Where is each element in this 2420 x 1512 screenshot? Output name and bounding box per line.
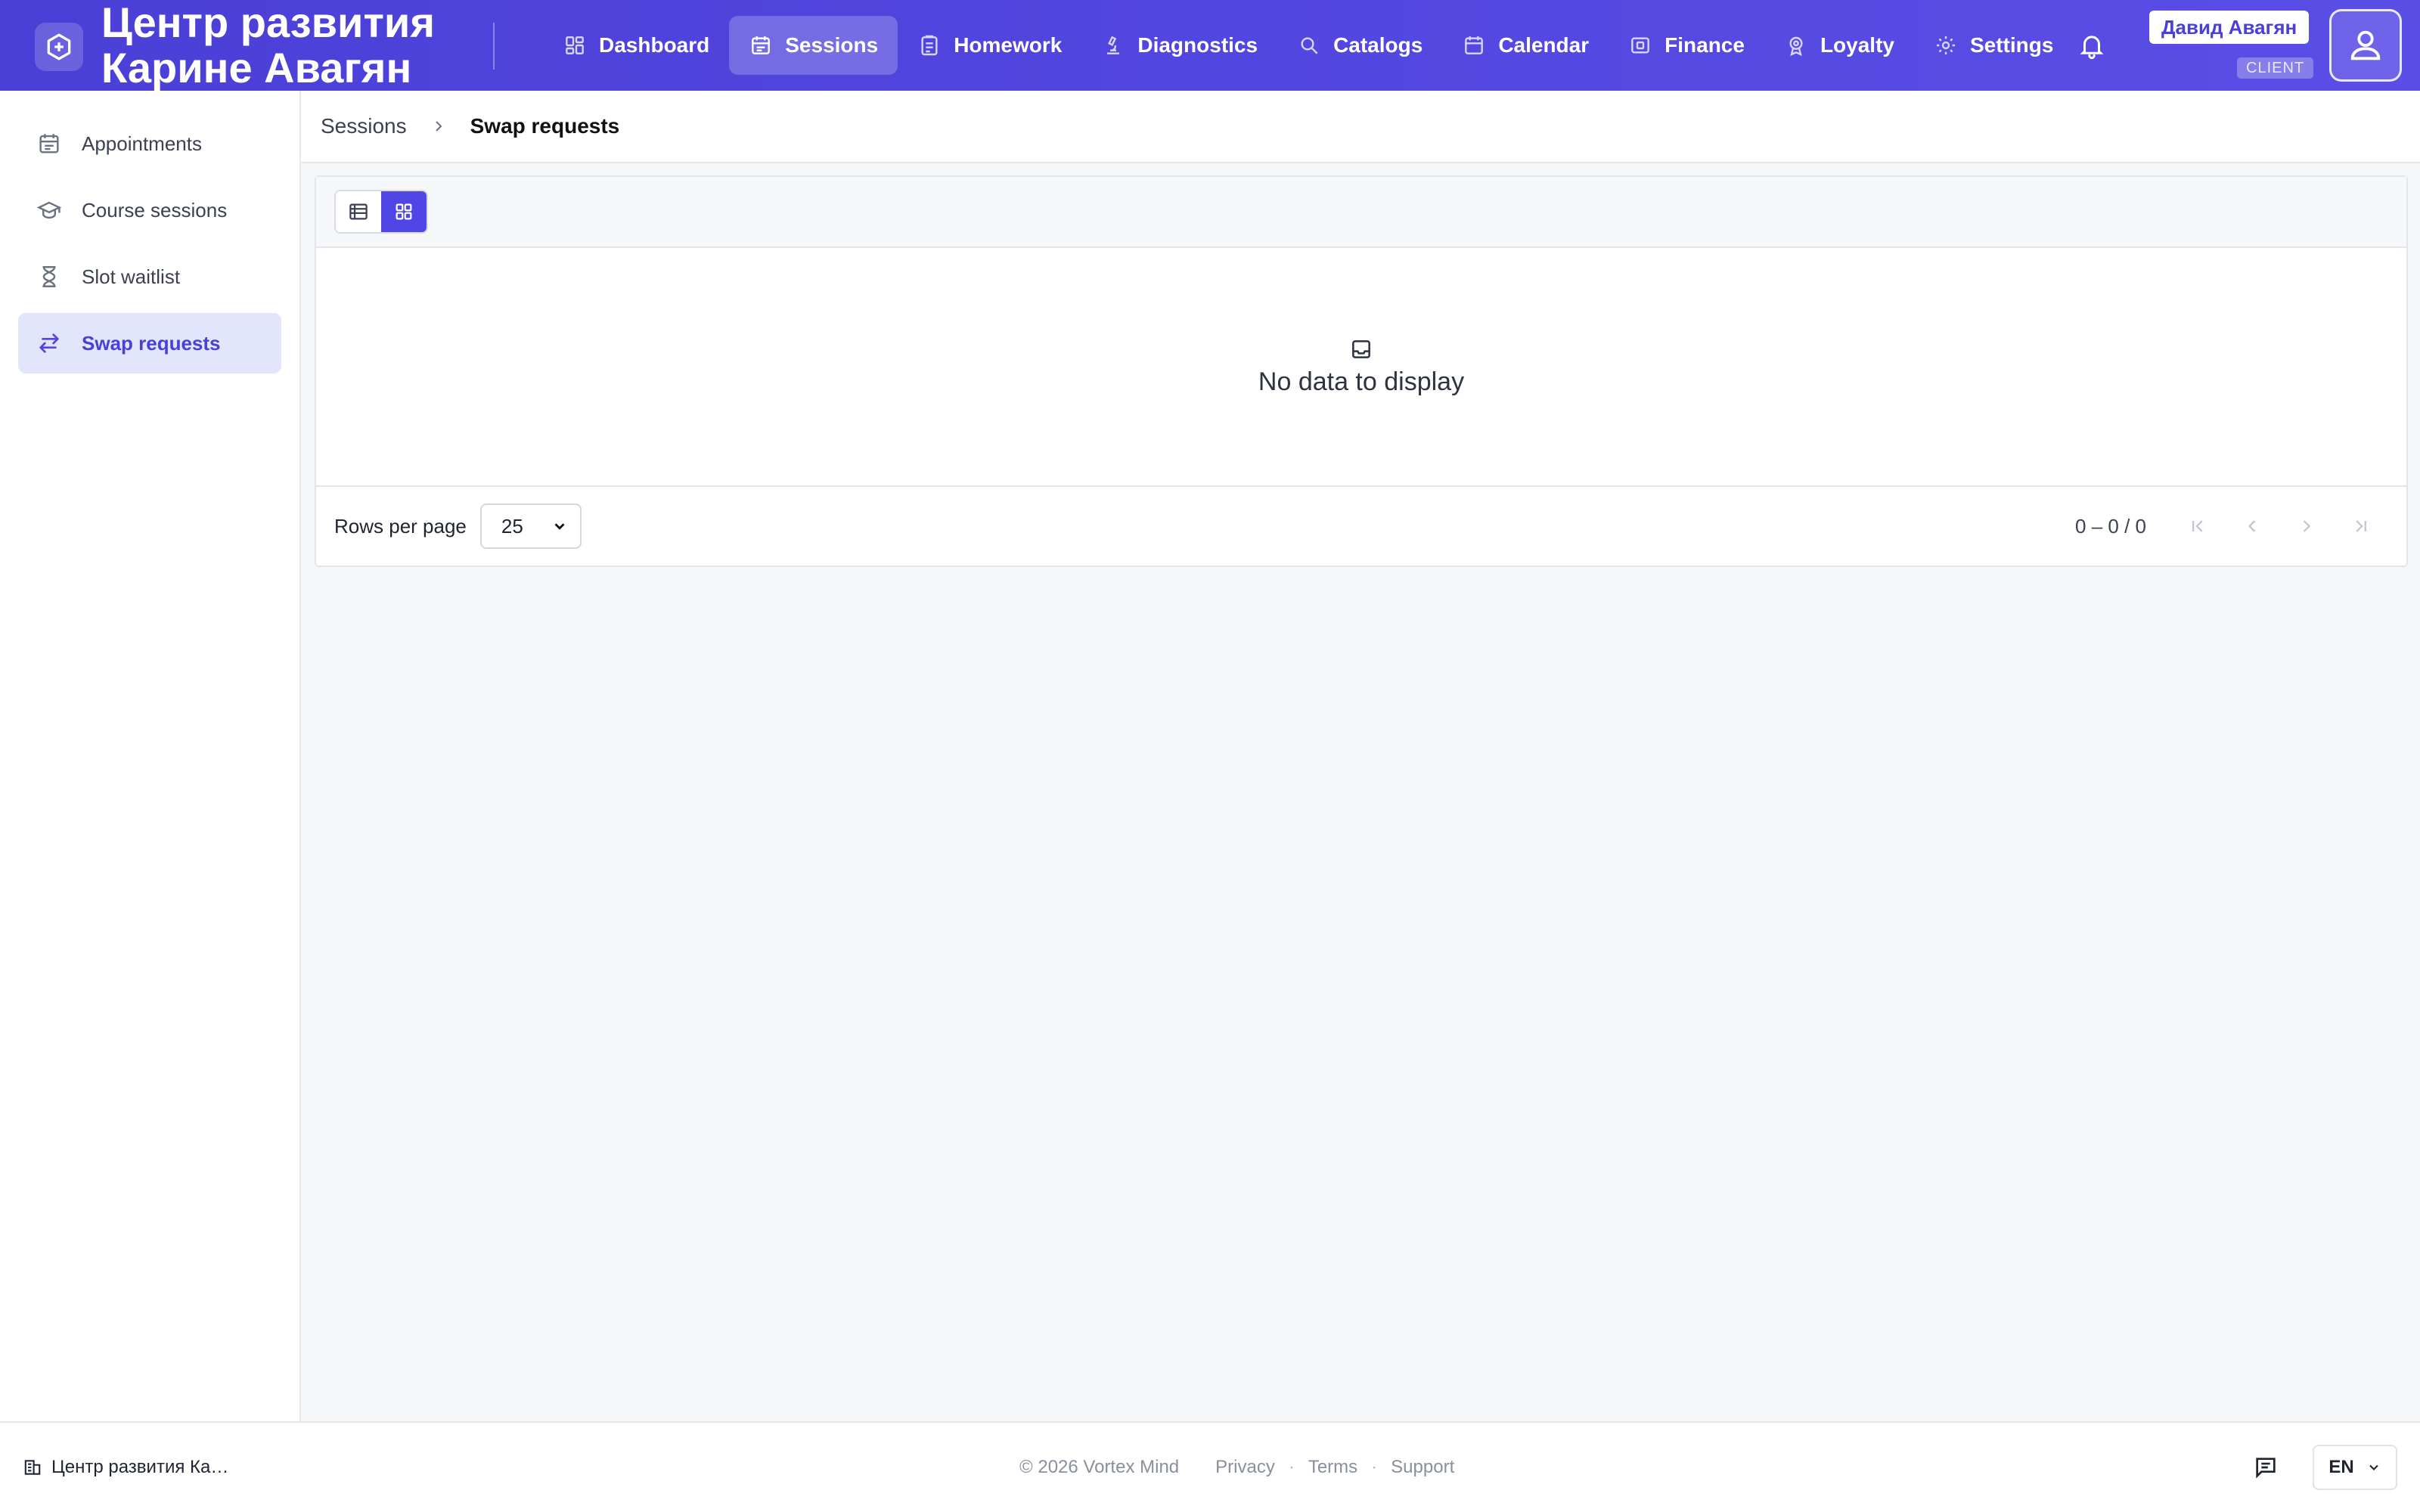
chevron-down-icon <box>554 523 565 530</box>
brand-title[interactable]: Центр развития Карине Авагян <box>101 0 479 91</box>
user-icon <box>2350 30 2381 60</box>
rows-per-page-label: Rows per page <box>334 514 467 538</box>
breadcrumb-current: Swap requests <box>470 114 620 138</box>
nav-calendar[interactable]: Calendar <box>1442 16 1609 75</box>
user-name-chip[interactable]: Давид Авагян <box>2149 11 2310 44</box>
clipboard-icon <box>921 35 938 56</box>
rows-per-page-select[interactable]: 25 <box>479 503 582 549</box>
previous-page-button[interactable] <box>2225 503 2279 549</box>
hourglass-icon <box>42 266 56 287</box>
view-mode-toggle <box>334 190 428 234</box>
language-value: EN <box>2328 1457 2354 1477</box>
nav-homework[interactable]: Homework <box>898 16 1081 75</box>
pagination-range: 0 – 0 / 0 <box>2075 514 2146 538</box>
main-nav: Dashboard Sessions Homework Diagnostics … <box>543 15 2073 76</box>
footer-copyright: © 2026 Vortex Mind <box>1019 1457 1180 1477</box>
sidebar-item-slot-waitlist[interactable]: Slot waitlist <box>18 246 281 307</box>
nav-settings[interactable]: Settings <box>1914 16 2073 75</box>
nav-diagnostics-label: Diagnostics <box>1137 33 1258 57</box>
gear-icon <box>1936 36 1955 54</box>
header-divider <box>493 23 495 70</box>
nav-dashboard[interactable]: Dashboard <box>543 16 729 75</box>
nav-catalogs[interactable]: Catalogs <box>1277 16 1442 75</box>
chevron-down-icon <box>2369 1464 2378 1470</box>
table-view-button[interactable] <box>336 191 381 232</box>
nav-settings-label: Settings <box>1969 33 2054 57</box>
last-page-button[interactable] <box>2334 503 2388 549</box>
pagination-bar: Rows per page 25 0 – 0 / 0 <box>316 487 2406 565</box>
footer: Центр развития Ка… © 2026 Vortex Mind Pr… <box>0 1421 2420 1512</box>
avatar[interactable] <box>2329 9 2402 82</box>
chat-icon <box>2256 1458 2276 1479</box>
last-page-icon <box>2356 520 2366 532</box>
nav-calendar-label: Calendar <box>1498 33 1590 57</box>
notifications-bell-icon[interactable] <box>2072 26 2111 65</box>
nav-homework-label: Homework <box>954 33 1063 57</box>
calendar-icon <box>752 36 771 54</box>
footer-link-privacy[interactable]: Privacy <box>1215 1457 1275 1478</box>
nav-loyalty[interactable]: Loyalty <box>1764 16 1914 75</box>
empty-state: No data to display <box>316 248 2406 487</box>
nav-finance-label: Finance <box>1665 33 1745 57</box>
sidebar-item-appointments[interactable]: Appointments <box>18 113 281 174</box>
role-badge: CLIENT <box>2237 57 2314 79</box>
grid-view-button[interactable] <box>381 191 427 232</box>
inbox-icon <box>1352 339 1370 358</box>
chevron-right-icon <box>435 121 442 132</box>
wallet-icon <box>1631 37 1650 54</box>
chevron-right-icon <box>2303 520 2311 532</box>
sidebar-item-course-sessions[interactable]: Course sessions <box>18 180 281 240</box>
sidebar-item-swap-requests[interactable]: Swap requests <box>18 313 281 373</box>
swap-arrows-icon <box>39 333 59 353</box>
award-icon <box>1789 36 1803 57</box>
nav-sessions[interactable]: Sessions <box>729 16 898 75</box>
chat-button[interactable] <box>2246 1448 2285 1487</box>
graduation-cap-icon <box>36 201 62 219</box>
calendar-icon <box>1465 36 1484 54</box>
footer-separator: · <box>1371 1457 1378 1477</box>
top-navbar: Центр развития Карине Авагян Dashboard S… <box>0 0 2420 91</box>
dashboard-icon <box>566 36 584 54</box>
nav-dashboard-label: Dashboard <box>599 33 710 57</box>
footer-link-terms[interactable]: Terms <box>1308 1457 1357 1478</box>
microscope-icon <box>1107 36 1120 54</box>
swap-requests-panel: No data to display Rows per page 25 0 – … <box>315 175 2408 567</box>
table-view-icon <box>349 203 368 220</box>
sidebar-item-label: Course sessions <box>82 198 228 222</box>
first-page-button[interactable] <box>2170 503 2225 549</box>
sidebar-item-label: Swap requests <box>82 331 221 355</box>
nav-finance[interactable]: Finance <box>1609 16 1764 75</box>
footer-organization-name: Центр развития Ка… <box>51 1457 229 1477</box>
footer-links: © 2026 Vortex Mind Privacy · Terms · Sup… <box>1019 1457 1454 1478</box>
breadcrumb: Sessions Swap requests <box>301 91 2420 163</box>
chevron-left-icon <box>2248 520 2256 532</box>
search-icon <box>1301 37 1318 54</box>
sidebar-item-label: Appointments <box>82 132 202 155</box>
brand-logo-icon[interactable] <box>35 23 83 71</box>
footer-separator: · <box>1288 1457 1295 1477</box>
calendar-icon <box>39 134 59 153</box>
sidebar-item-label: Slot waitlist <box>82 265 181 288</box>
empty-state-text: No data to display <box>1258 367 1465 396</box>
nav-catalogs-label: Catalogs <box>1333 33 1423 57</box>
breadcrumb-sessions-link[interactable]: Sessions <box>321 114 407 138</box>
table-toolbar <box>316 177 2406 248</box>
building-icon <box>24 1460 41 1475</box>
first-page-icon <box>2192 520 2203 532</box>
footer-link-support[interactable]: Support <box>1391 1457 1454 1478</box>
nav-diagnostics[interactable]: Diagnostics <box>1081 16 1277 75</box>
footer-organization[interactable]: Центр развития Ка… <box>23 1457 228 1478</box>
nav-sessions-label: Sessions <box>785 33 879 57</box>
grid-view-icon <box>396 203 412 220</box>
language-select[interactable]: EN <box>2313 1445 2397 1490</box>
sidebar: Appointments Course sessions Slot waitli… <box>0 91 301 1421</box>
next-page-button[interactable] <box>2279 503 2334 549</box>
nav-loyalty-label: Loyalty <box>1820 33 1894 57</box>
rows-per-page-value: 25 <box>501 514 523 538</box>
